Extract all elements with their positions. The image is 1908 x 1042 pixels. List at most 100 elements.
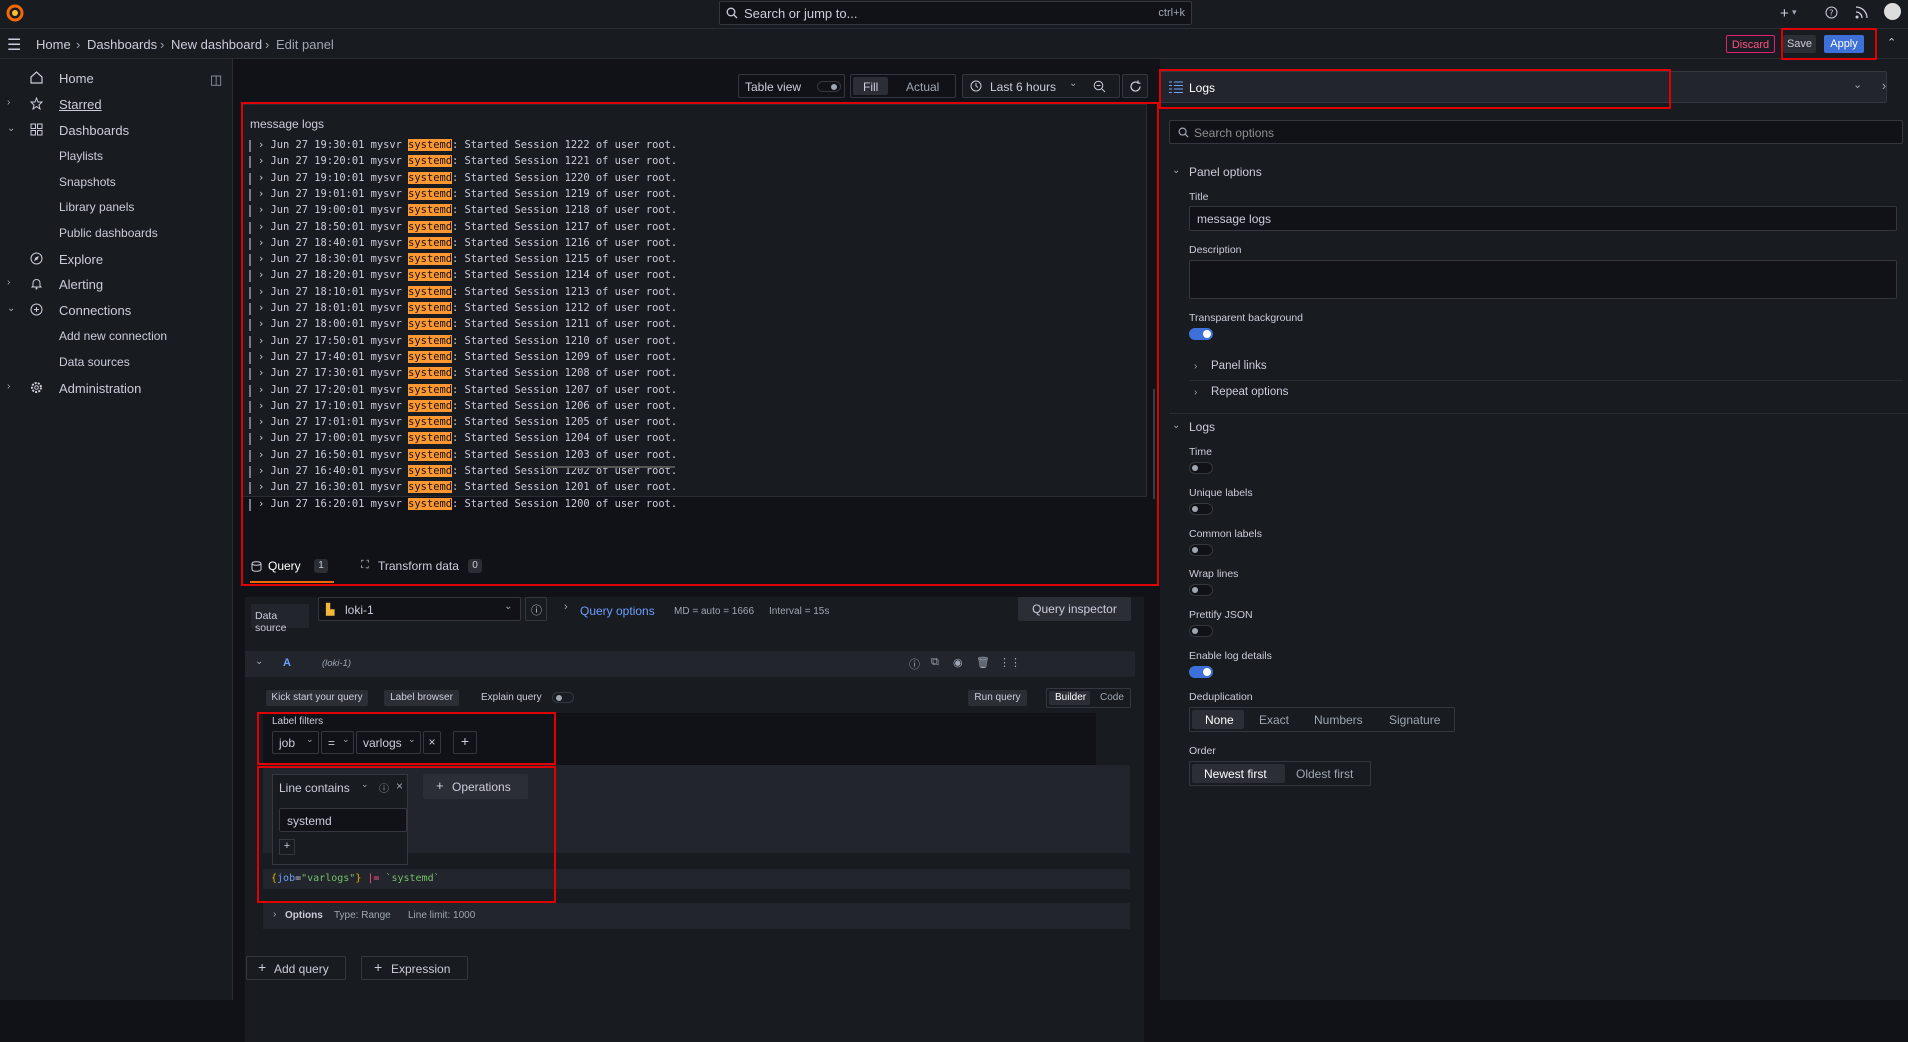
nav-home[interactable]: Home <box>59 71 94 86</box>
expand-chevron-icon[interactable]: › <box>258 237 271 249</box>
log-row[interactable]: › Jun 27 18:20:01 mysvr systemd: Started… <box>258 269 677 282</box>
nav-data-sources[interactable]: Data sources <box>59 355 130 369</box>
expand-chevron-icon[interactable]: › <box>258 449 271 461</box>
common-labels-switch[interactable] <box>1189 544 1213 556</box>
log-row[interactable]: › Jun 27 17:40:01 mysvr systemd: Started… <box>258 350 677 363</box>
log-row[interactable]: › Jun 27 19:01:01 mysvr systemd: Started… <box>258 187 677 200</box>
log-row[interactable]: › Jun 27 17:50:01 mysvr systemd: Started… <box>258 334 677 347</box>
explain-query-switch[interactable] <box>552 692 574 703</box>
add-param-button[interactable]: + <box>279 839 295 855</box>
chevron-right-icon[interactable]: › <box>1194 387 1197 398</box>
operation-name[interactable]: Line contains <box>279 781 350 795</box>
chevron-right-icon[interactable]: › <box>564 601 568 613</box>
nav-starred[interactable]: Starred <box>59 97 102 112</box>
log-row[interactable]: › Jun 27 16:20:01 mysvr systemd: Started… <box>258 497 677 510</box>
data-source-help-button[interactable]: ⓘ <box>525 597 547 621</box>
log-row[interactable]: › Jun 27 17:00:01 mysvr systemd: Started… <box>258 432 677 445</box>
log-row[interactable]: › Jun 27 16:50:01 mysvr systemd: Started… <box>258 448 677 461</box>
log-row[interactable]: › Jun 27 19:00:01 mysvr systemd: Started… <box>258 204 677 217</box>
menu-icon[interactable]: ☰ <box>7 35 21 55</box>
expand-chevron-icon[interactable]: › <box>258 351 271 363</box>
discard-button[interactable]: Discard <box>1726 35 1775 53</box>
expand-chevron-icon[interactable]: › <box>258 188 271 200</box>
expand-chevron-icon[interactable]: › <box>258 465 271 477</box>
collapse-icon[interactable]: ⌃ <box>1887 36 1896 49</box>
add-query-button[interactable]: + Add query <box>246 956 346 980</box>
nav-alerting[interactable]: Alerting <box>59 277 103 292</box>
log-row[interactable]: › Jun 27 18:01:01 mysvr systemd: Started… <box>258 302 677 314</box>
log-row[interactable]: › Jun 27 18:30:01 mysvr systemd: Started… <box>258 253 677 266</box>
expand-chevron-icon[interactable]: › <box>258 221 271 233</box>
expand-chevron-icon[interactable]: › <box>258 335 271 347</box>
search-options-input[interactable]: Search options <box>1169 120 1903 144</box>
transparent-background-switch[interactable] <box>1189 328 1213 340</box>
visualization-picker[interactable]: Logs ⌄ <box>1160 71 1887 103</box>
label-browser-button[interactable]: Label browser <box>384 690 459 706</box>
expand-chevron-icon[interactable]: › <box>258 253 271 265</box>
breadcrumb-new-dashboard[interactable]: New dashboard <box>171 37 262 52</box>
log-row[interactable]: › Jun 27 17:20:01 mysvr systemd: Started… <box>258 383 677 396</box>
help-icon[interactable]: ? <box>1825 6 1838 19</box>
chevron-right-icon[interactable]: › <box>1194 361 1197 372</box>
chevron-down-icon[interactable]: ⌄ <box>1172 165 1180 176</box>
query-inspector-button[interactable]: Query inspector <box>1018 597 1131 621</box>
refresh-button[interactable] <box>1122 74 1148 98</box>
news-feed-icon[interactable] <box>1855 6 1868 19</box>
close-options-pane-button[interactable]: › <box>1874 74 1894 98</box>
dedup-option-numbers[interactable]: Numbers <box>1314 713 1363 727</box>
add-expression-button[interactable]: + Expression <box>361 956 468 980</box>
order-option-oldest[interactable]: Oldest first <box>1296 767 1353 781</box>
chevron-down-icon[interactable]: ⌄ <box>1172 420 1180 431</box>
order-option-newest[interactable]: Newest first <box>1204 767 1267 781</box>
remove-filter-button[interactable]: × <box>423 731 441 754</box>
search-bar[interactable]: Search or jump to... ctrl+k <box>719 1 1192 25</box>
fill-option[interactable]: Fill <box>863 80 878 94</box>
add-filter-button[interactable]: + <box>453 731 477 754</box>
log-row[interactable]: › Jun 27 18:00:01 mysvr systemd: Started… <box>258 318 677 331</box>
description-textarea[interactable] <box>1189 260 1897 299</box>
nav-public-dashboards[interactable]: Public dashboards <box>59 226 158 240</box>
expand-chevron-icon[interactable]: › <box>258 384 271 396</box>
panel-links-heading[interactable]: Panel links <box>1211 360 1267 372</box>
log-row[interactable]: › Jun 27 17:01:01 mysvr systemd: Started… <box>258 416 677 429</box>
info-icon[interactable]: ⓘ <box>379 780 389 795</box>
prettify-json-switch[interactable] <box>1189 625 1213 637</box>
expand-chevron-icon[interactable]: › <box>258 432 271 444</box>
copy-icon[interactable]: ⧉ <box>931 656 939 669</box>
breadcrumb-dashboards[interactable]: Dashboards <box>87 37 157 52</box>
query-options-link[interactable]: Query options <box>580 604 655 618</box>
expand-chevron-icon[interactable]: › <box>258 139 271 151</box>
filter-label-select[interactable]: job ⌄ <box>272 731 319 754</box>
expand-chevron-icon[interactable]: › <box>258 269 271 281</box>
data-source-picker[interactable]: ▙ loki-1 ⌄ <box>318 597 521 621</box>
run-query-button[interactable]: Run query <box>968 690 1027 706</box>
nav-administration[interactable]: Administration <box>59 381 141 396</box>
vertical-scrollbar[interactable] <box>1153 389 1155 499</box>
expand-chevron-icon[interactable]: › <box>258 498 271 510</box>
query-options-row[interactable]: › Options Type: Range Line limit: 1000 <box>263 903 1130 929</box>
log-row[interactable]: › Jun 27 19:30:01 mysvr systemd: Started… <box>258 139 677 151</box>
dedup-option-signature[interactable]: Signature <box>1389 713 1440 727</box>
log-row[interactable]: › Jun 27 18:10:01 mysvr systemd: Started… <box>258 285 677 298</box>
close-icon[interactable]: × <box>396 779 403 793</box>
filter-operator-select[interactable]: = ⌄ <box>321 731 354 754</box>
chevron-down-icon[interactable]: ⌄ <box>7 303 15 314</box>
table-view-toggle[interactable]: Table view <box>738 74 845 98</box>
log-row[interactable]: › Jun 27 18:40:01 mysvr systemd: Started… <box>258 236 677 249</box>
nav-connections[interactable]: Connections <box>59 303 131 318</box>
operation-value-input[interactable]: systemd <box>279 808 407 832</box>
log-row[interactable]: › Jun 27 16:30:01 mysvr systemd: Started… <box>258 481 677 494</box>
kick-start-button[interactable]: Kick start your query <box>266 690 368 706</box>
nav-explore[interactable]: Explore <box>59 252 103 267</box>
nav-playlists[interactable]: Playlists <box>59 149 103 163</box>
filter-value-select[interactable]: varlogs ⌄ <box>356 731 421 754</box>
expand-chevron-icon[interactable]: › <box>258 416 271 428</box>
log-row[interactable]: › Jun 27 17:10:01 mysvr systemd: Started… <box>258 399 677 412</box>
wrap-lines-switch[interactable] <box>1189 584 1213 596</box>
time-range-picker[interactable]: Last 6 hours ⌄ <box>962 74 1120 98</box>
eye-icon[interactable]: ◉ <box>953 656 963 669</box>
logs-section-heading[interactable]: Logs <box>1189 420 1215 434</box>
title-input[interactable]: message logs <box>1189 206 1897 231</box>
log-row[interactable]: › Jun 27 17:30:01 mysvr systemd: Started… <box>258 367 677 380</box>
breadcrumb-home[interactable]: Home <box>36 37 71 52</box>
